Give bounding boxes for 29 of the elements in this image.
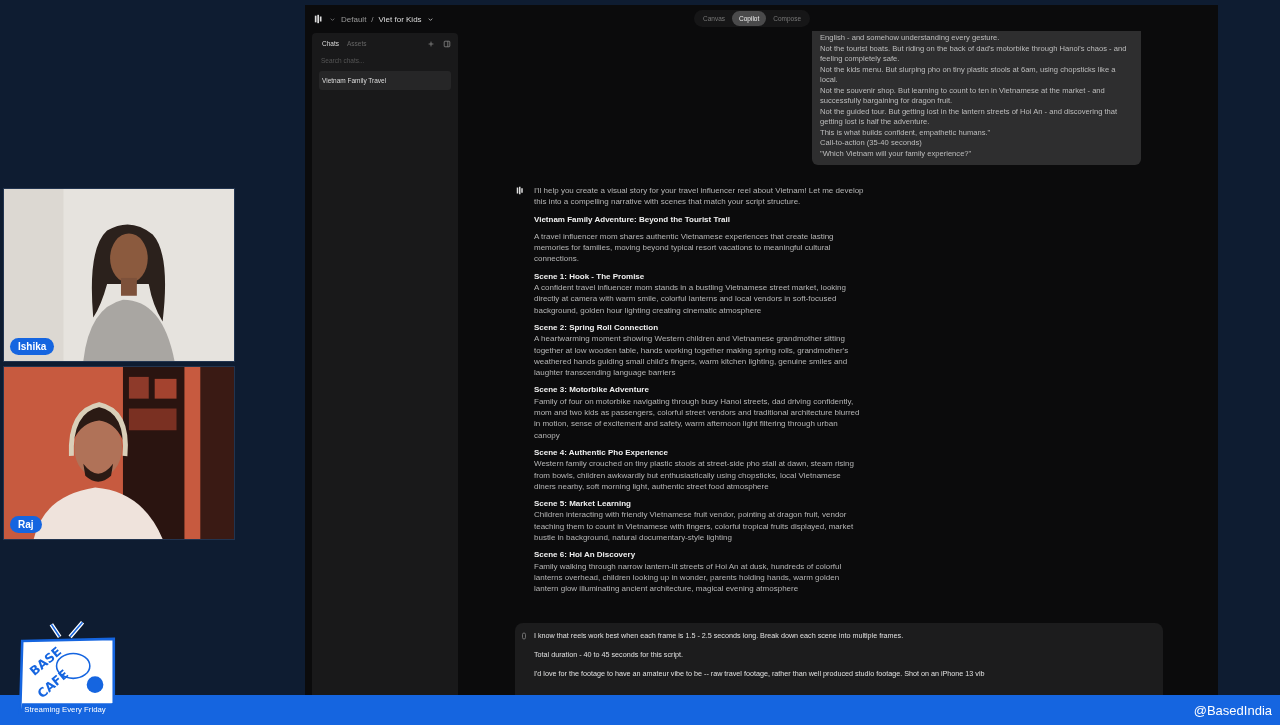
- scene-heading: Scene 5: Market Learning: [534, 498, 632, 510]
- story-title: Vietnam Family Adventure: Beyond the Tourist Trail: [534, 213, 731, 225]
- breadcrumb-link[interactable]: Viet for Kids: [378, 14, 422, 24]
- chevron-icon[interactable]: [426, 15, 434, 23]
- breadcrumb-link[interactable]: Default: [341, 14, 367, 24]
- attachment-icon[interactable]: [521, 632, 527, 640]
- channel-handle: @BasedIndia: [1193, 702, 1272, 718]
- scene-description: A confident travel influencer mom stands in a bustling Vietnamese street market, looking directly at camera with warm smile, colorful lanterns and local vendors in soft-focused background, golden hour lighting creating cinematic atmosphere: [534, 282, 847, 316]
- message-text: I'll help you create a visual story for your travel influencer reel about Vietnam! Let me develop this into a compelling narrative with scenes that match your script structure.: [534, 185, 864, 208]
- assistant-logo-icon: [516, 186, 525, 195]
- scene-description: Family of four on motorbike navigating through busy Hanoi streets, dad driving confidently, mom and two kids as passengers, colorful street vendors and traditional architecture blurred in motion, sense of excitement and safety, warm afternoon light filtering through urban canopy: [534, 395, 861, 441]
- participant-name: Ishika: [10, 338, 55, 355]
- plus-icon[interactable]: [427, 39, 435, 48]
- scene-heading: Scene 4: Authentic Pho Experience: [534, 446, 669, 459]
- message-composer[interactable]: [515, 623, 1163, 695]
- breadcrumb-separator: /: [371, 14, 374, 24]
- scene-description: A heartwarming moment showing Western children and Vietnamese grandmother sitting together at low wooden table, hands working together making spring rolls, grandmother's weathered hands guiding small child's fingers, warm kitchen lighting, genuine smiles and laughter transcending language barriers: [534, 333, 850, 379]
- chevron-icon[interactable]: [329, 15, 336, 23]
- scene-description: Western family crouched on tiny plastic stools at street-side pho stall at dawn, steam rising from bowls, children awkwardly but enthusiastically using chopsticks, local Vietnamese diners nearby, soft morning light, authentic street food atmosphere: [534, 458, 855, 493]
- scene-description: Family walking through narrow lantern-lit streets of Hoi An at dusk, hundreds of colorful lanterns overhead, children looking up in wonder, parents holding hands, warm golden lantern glow illuminating ancient architecture, magical evening atmosphere: [534, 560, 843, 595]
- scene-heading: Scene 2: Spring Roll Connection: [534, 321, 659, 334]
- scene-heading: Scene 6: Hoi An Discovery: [534, 549, 637, 561]
- scene-heading: Scene 1: Hook - The Promise: [534, 270, 646, 283]
- scene-description: Children interacting with friendly Vietnamese fruit vendor, pointing at dragon fruit, vendor teaching them to count in Vietnamese with fingers, colorful tropical fruits displayed, market bustle in background, natural documentary-style lighting: [534, 509, 855, 544]
- participant-name: Raj: [10, 516, 42, 533]
- message-text: A travel influencer mom shares authentic Vietnamese experiences that create lasting memories for families, moving beyond typical resort vacations to meaningful cultural connections.: [534, 230, 835, 265]
- scene-heading: Scene 3: Motorbike Adventure: [534, 384, 650, 396]
- app-logo-icon: [314, 14, 324, 24]
- panel-icon[interactable]: [443, 39, 451, 48]
